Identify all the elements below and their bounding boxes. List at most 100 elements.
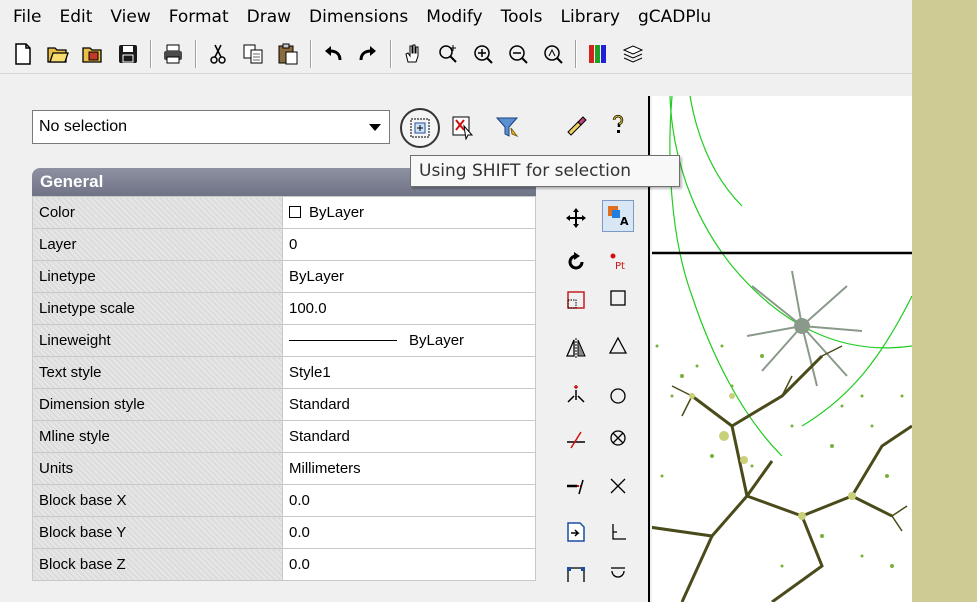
menu-gcadplus[interactable]: gCADPlu (629, 7, 720, 27)
filter-button[interactable] (490, 110, 524, 144)
match-properties-icon[interactable] (560, 108, 592, 140)
property-value[interactable]: Millimeters (282, 452, 536, 485)
property-value[interactable]: ByLayer (282, 324, 536, 357)
text-style-icon[interactable]: A (602, 200, 634, 232)
menu-view[interactable]: View (101, 7, 159, 27)
property-value[interactable]: Standard (282, 420, 536, 453)
property-label: Lineweight (32, 324, 283, 357)
property-row-block-base-x[interactable]: Block base X 0.0 (32, 484, 536, 517)
paste-icon[interactable] (273, 39, 303, 69)
toolbar-separator (150, 39, 152, 68)
property-row-layer[interactable]: Layer 0 (32, 228, 536, 261)
property-label: Units (32, 452, 283, 485)
mirror-icon[interactable] (560, 332, 592, 364)
property-value[interactable]: Standard (282, 388, 536, 421)
arc-icon[interactable] (602, 558, 634, 590)
property-value[interactable]: 0.0 (282, 484, 536, 517)
toolbar-separator (575, 39, 577, 68)
property-value[interactable]: Style1 (282, 356, 536, 389)
color-swatch-icon (289, 206, 301, 218)
property-row-text-style[interactable]: Text style Style1 (32, 356, 536, 389)
select-objects-icon (410, 118, 430, 138)
color-bars-icon[interactable] (583, 39, 613, 69)
copy-icon[interactable] (238, 39, 268, 69)
point-icon[interactable]: Pt (602, 246, 634, 278)
rect-corners-icon[interactable] (560, 558, 592, 590)
pickadd-icon (452, 116, 474, 140)
property-row-color[interactable]: Color ByLayer (32, 196, 536, 229)
lineweight-value: ByLayer (409, 332, 465, 349)
property-row-linetype-scale[interactable]: Linetype scale 100.0 (32, 292, 536, 325)
menu-library[interactable]: Library (552, 7, 629, 27)
toolbar-separator (390, 39, 392, 68)
property-value[interactable]: ByLayer (282, 196, 536, 229)
property-label: Mline style (32, 420, 283, 453)
property-value[interactable]: 0 (282, 228, 536, 261)
menu-draw[interactable]: Draw (238, 7, 300, 27)
drawing-content (652, 96, 912, 602)
print-icon[interactable] (158, 39, 188, 69)
help-icon[interactable] (602, 108, 634, 140)
menu-dimensions[interactable]: Dimensions (300, 7, 417, 27)
drawing-canvas[interactable] (652, 96, 912, 602)
toolbar-separator (310, 39, 312, 68)
zoom-realtime-icon[interactable] (433, 39, 463, 69)
lineweight-sample (289, 340, 397, 341)
rectangle-icon[interactable] (602, 282, 634, 314)
color-value: ByLayer (309, 204, 365, 221)
angle-dimension-icon[interactable] (602, 516, 634, 548)
properties-table: Color ByLayer Layer 0 Linetype ByLayer L… (32, 196, 536, 581)
layers-icon[interactable] (618, 39, 648, 69)
zoom-window-icon[interactable] (538, 39, 568, 69)
property-value[interactable]: 0.0 (282, 548, 536, 581)
selection-dropdown[interactable]: No selection (32, 110, 390, 144)
property-value[interactable]: ByLayer (282, 260, 536, 293)
menu-modify[interactable]: Modify (417, 7, 491, 27)
move-icon[interactable] (560, 202, 592, 234)
menu-tools[interactable]: Tools (492, 7, 552, 27)
property-row-block-base-z[interactable]: Block base Z 0.0 (32, 548, 536, 581)
property-row-mline-style[interactable]: Mline style Standard (32, 420, 536, 453)
filter-icon (495, 117, 519, 138)
property-row-units[interactable]: Units Millimeters (32, 452, 536, 485)
background-strip (912, 0, 977, 602)
redo-icon[interactable] (353, 39, 383, 69)
menu-edit[interactable]: Edit (50, 7, 101, 27)
open-folder-icon[interactable] (43, 39, 73, 69)
property-row-block-base-y[interactable]: Block base Y 0.0 (32, 516, 536, 549)
extend-icon[interactable] (560, 470, 592, 502)
property-row-lineweight[interactable]: Lineweight ByLayer (32, 324, 536, 357)
trim-icon[interactable] (560, 422, 592, 454)
circle-icon[interactable] (602, 380, 634, 412)
new-file-icon[interactable] (8, 39, 38, 69)
insert-block-icon[interactable] (560, 516, 592, 548)
cross-icon[interactable] (602, 470, 634, 502)
property-row-linetype[interactable]: Linetype ByLayer (32, 260, 536, 293)
gcad-window: File Edit View Format Draw Dimensions Mo… (0, 0, 912, 602)
point-label: Pt (615, 261, 625, 272)
menu-format[interactable]: Format (160, 7, 238, 27)
undo-icon[interactable] (318, 39, 348, 69)
cut-icon[interactable] (203, 39, 233, 69)
quick-select-button[interactable] (400, 108, 440, 148)
property-value[interactable]: 100.0 (282, 292, 536, 325)
triangle-icon[interactable] (602, 330, 634, 362)
pan-hand-icon[interactable] (398, 39, 428, 69)
circle-x-icon[interactable] (602, 422, 634, 454)
open-template-icon[interactable] (78, 39, 108, 69)
property-label: Linetype (32, 260, 283, 293)
break-icon[interactable] (560, 378, 592, 410)
property-label: Block base X (32, 484, 283, 517)
property-label: Color (32, 196, 283, 229)
zoom-in-icon[interactable] (468, 39, 498, 69)
select-objects-button[interactable] (446, 110, 480, 144)
save-icon[interactable] (113, 39, 143, 69)
property-row-dimension-style[interactable]: Dimension style Standard (32, 388, 536, 421)
rotate-icon[interactable] (560, 246, 592, 278)
zoom-out-icon[interactable] (503, 39, 533, 69)
menu-file[interactable]: File (4, 7, 50, 27)
property-value[interactable]: 0.0 (282, 516, 536, 549)
scale-icon[interactable] (560, 284, 592, 316)
selection-value: No selection (39, 118, 128, 135)
property-label: Layer (32, 228, 283, 261)
